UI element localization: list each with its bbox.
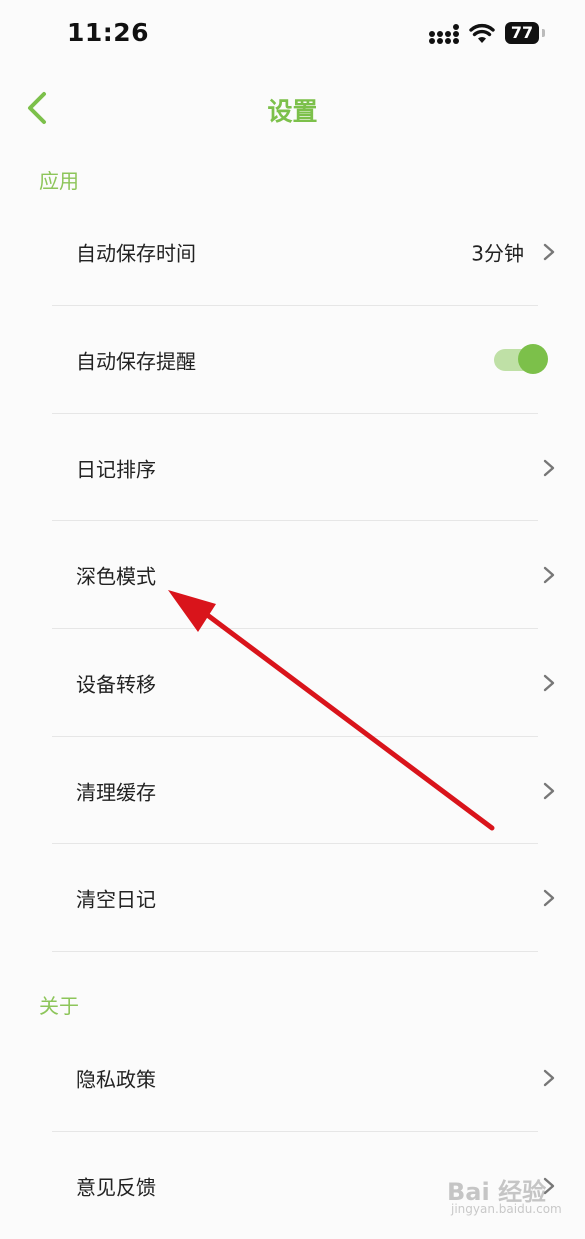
battery-level: 77 [505,22,539,44]
setting-row-device-transfer[interactable]: 设备转移 [52,629,555,736]
battery-icon: 77 [505,22,547,46]
row-label: 日记排序 [76,457,156,481]
battery-tip [542,29,545,37]
row-label: 清空日记 [76,887,156,911]
setting-row-clear-diary[interactable]: 清空日记 [52,844,555,951]
section-header-app: 应用 [39,169,79,193]
setting-row-dark-mode[interactable]: 深色模式 [52,521,555,628]
baidu-watermark: Bai 经验 jingyan.baidu.com [447,1168,577,1224]
autosave-reminder-toggle[interactable] [492,343,548,377]
setting-row-autosave-time[interactable]: 自动保存时间 3分钟 [52,198,555,305]
section-header-about: 关于 [39,994,79,1018]
page-title: 设置 [267,97,318,126]
status-time: 11:26 [67,18,150,47]
chevron-right-icon [543,459,555,476]
row-value: 3分钟 [471,241,524,265]
chevron-right-icon [543,566,555,583]
chevron-right-icon [543,1069,555,1086]
divider [52,951,538,952]
setting-row-autosave-reminder[interactable]: 自动保存提醒 [52,306,548,413]
setting-row-privacy-policy[interactable]: 隐私政策 [52,1024,555,1131]
setting-row-clear-cache[interactable]: 清理缓存 [52,737,555,844]
row-label: 深色模式 [76,564,156,588]
row-label: 设备转移 [76,672,156,696]
nav-bar: 设置 [0,78,585,140]
row-label: 意见反馈 [76,1175,156,1199]
toggle-thumb [518,343,548,374]
row-label: 自动保存时间 [76,241,196,265]
chevron-right-icon [543,674,555,691]
wifi-icon [469,23,495,43]
watermark-url: jingyan.baidu.com [451,1202,562,1216]
chevron-right-icon [543,243,555,260]
row-label: 清理缓存 [76,780,156,804]
setting-row-diary-sort[interactable]: 日记排序 [52,414,555,521]
status-bar: 11:26 77 [0,0,585,70]
row-label: 自动保存提醒 [76,349,196,373]
chevron-right-icon [543,889,555,906]
chevron-right-icon [543,782,555,799]
row-label: 隐私政策 [76,1067,156,1091]
cellular-signal-icon [429,24,459,44]
